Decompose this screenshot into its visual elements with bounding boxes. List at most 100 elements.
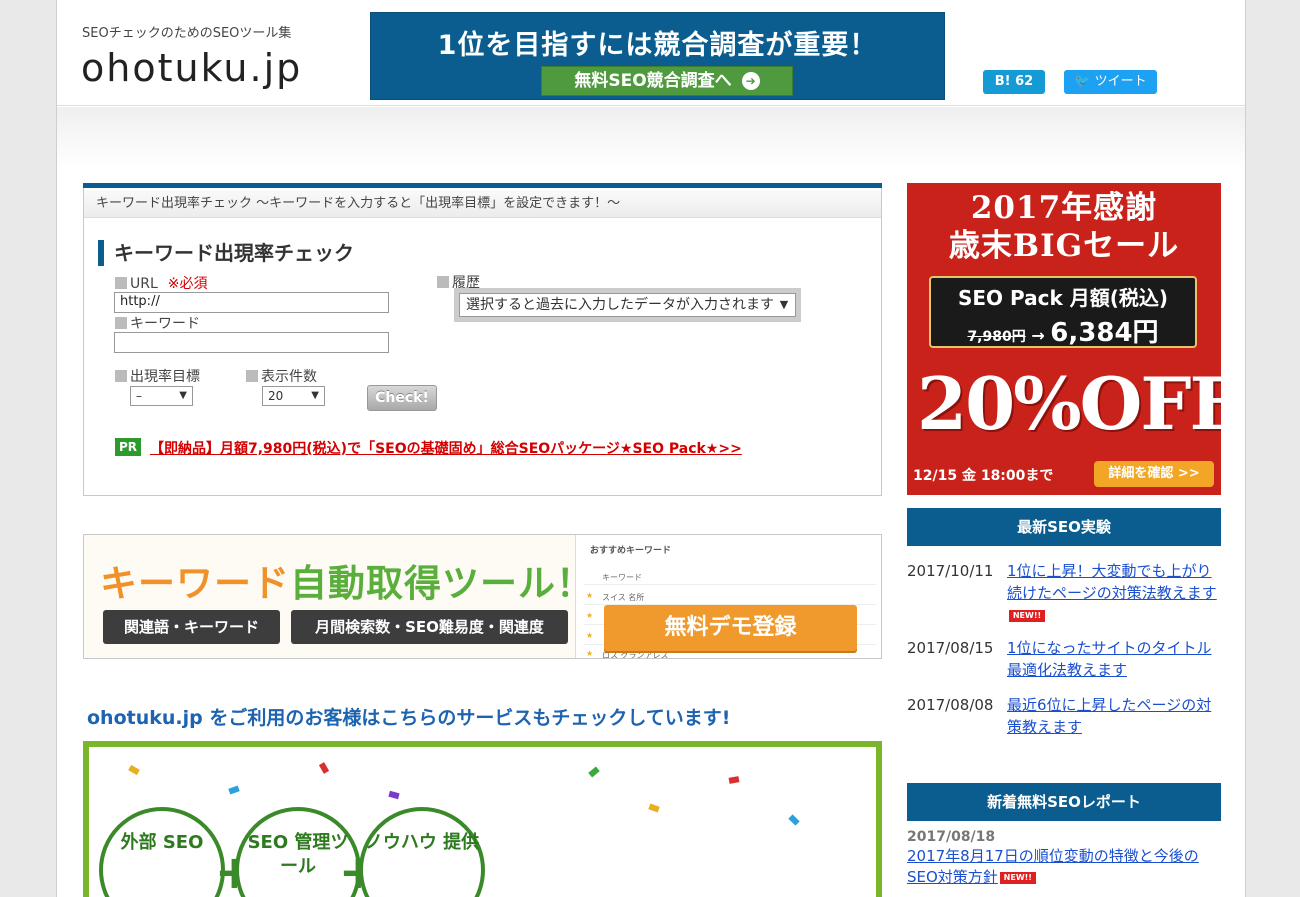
- star-icon: ★: [586, 631, 594, 640]
- confetti: [728, 776, 740, 784]
- seo-pack-price: 7,980円 → 6,384円: [931, 312, 1195, 349]
- price-arrow: →: [1031, 326, 1045, 345]
- star-icon: ★: [586, 649, 594, 658]
- history-select[interactable]: 選択すると過去に入力したデータが入力されます ▼: [459, 293, 796, 317]
- sale-detail-button[interactable]: 詳細を確認 >>: [1094, 461, 1214, 487]
- square-bullet-icon: [115, 277, 127, 289]
- confetti: [128, 764, 140, 776]
- header-gradient-band: [57, 107, 1245, 167]
- history-select-value: 選択すると過去に入力したデータが入力されます: [466, 297, 774, 313]
- panel-top-border: [83, 183, 882, 188]
- site-tagline: SEOチェックのためのSEOツール集: [82, 26, 292, 41]
- offsite-seo-circle: 外部 SEO: [99, 807, 225, 897]
- new-free-seo-report-heading: 新着無料SEOレポート: [907, 783, 1221, 821]
- required-note: ※必須: [167, 276, 208, 292]
- free-seo-research-button[interactable]: 無料SEO競合調査へ ➔: [541, 66, 793, 96]
- preview-header: おすすめキーワード: [590, 546, 672, 556]
- old-price: 7,980円: [967, 329, 1026, 345]
- news-link[interactable]: 1位になったサイトのタイトル最適化法教えます: [1007, 637, 1221, 681]
- url-input[interactable]: http://: [114, 292, 389, 313]
- target-select[interactable]: – ▼: [130, 386, 193, 406]
- news-link[interactable]: 1位に上昇！大変動でも上がり続けたページの対策法教えます NEW!!: [1007, 560, 1221, 626]
- confetti: [788, 814, 800, 826]
- arrow-right-icon: ➔: [741, 72, 760, 90]
- square-bullet-icon: [115, 370, 127, 382]
- chevron-down-icon: ▼: [773, 294, 795, 316]
- preview-row-label: スイス 名所: [602, 593, 645, 602]
- history-select-wrapper: 選択すると過去に入力したデータが入力されます ▼: [454, 288, 801, 322]
- related-words-pill: 関連語・キーワード: [103, 610, 280, 644]
- new-price: 6,384円: [1050, 318, 1159, 348]
- hatena-bookmark-button[interactable]: B! 62: [983, 70, 1045, 94]
- news-date: 2017/08/08: [907, 696, 994, 714]
- tweet-button[interactable]: 🐦 ツイート: [1064, 70, 1157, 94]
- keyword-tool-banner-title: キーワード自動取得ツール！: [100, 553, 594, 607]
- keyword-label: キーワード: [130, 316, 200, 332]
- keyword-tool-banner[interactable]: キーワード自動取得ツール！ 関連語・キーワード 月間検索数・SEO難易度・関連度…: [83, 534, 882, 659]
- page: SEOチェックのためのSEOツール集 ohotuku.jp 1位を目指すには競合…: [56, 0, 1246, 897]
- url-label-row: URL ※必須: [115, 273, 208, 293]
- site-logo[interactable]: ohotuku.jp: [81, 46, 302, 90]
- seo-pack-label: SEO Pack 月額(税込): [957, 286, 1169, 310]
- sale-deadline: 12/15 金 18:00まで: [913, 468, 1054, 484]
- square-bullet-icon: [115, 317, 127, 329]
- pr-badge: PR: [115, 438, 141, 456]
- knowhow-circle: ノウハウ 提供: [359, 807, 485, 897]
- confetti: [318, 762, 330, 774]
- preview-column-row: キーワード: [584, 569, 876, 585]
- url-label: URL: [130, 276, 158, 292]
- tweet-label: ツイート: [1094, 74, 1147, 89]
- free-demo-button[interactable]: 無料デモ登録: [604, 605, 857, 651]
- star-icon: ★: [586, 611, 594, 620]
- twitter-bird-icon: 🐦: [1074, 74, 1091, 89]
- seo-pack-pr-link[interactable]: 【即納品】月額7,980円(税込)で「SEOの基礎固め」総合SEOパッケージ★S…: [150, 438, 742, 458]
- keyword-input[interactable]: [114, 332, 389, 353]
- preview-row-label: ロス グランアレス: [602, 651, 669, 659]
- discount-text: 20%OFF!: [917, 361, 1221, 446]
- site-header: SEOチェックのためのSEOツール集 ohotuku.jp 1位を目指すには競合…: [57, 0, 1245, 106]
- seo-pack-price-box: SEO Pack 月額(税込) 7,980円 → 6,384円: [929, 276, 1197, 348]
- year-end-sale-banner[interactable]: 2017年感謝 歳末BIGセール SEO Pack 月額(税込) 7,980円 →…: [907, 183, 1221, 495]
- services-promo-banner[interactable]: 外部 SEO + SEO 管理ツール + ノウハウ 提供: [83, 741, 882, 897]
- latest-seo-experiments-heading: 最新SEO実験: [907, 508, 1221, 546]
- chevron-down-icon: ▼: [179, 390, 187, 401]
- report-link-text: 2017年8月17日の順位変動の特徴と今後のSEO対策方針: [907, 847, 1199, 886]
- tool-description-bar: キーワード出現率チェック ～キーワードを入力すると「出現率目標」を設定できます！…: [84, 190, 881, 218]
- check-button[interactable]: Check!: [367, 385, 437, 411]
- section-title: キーワード出現率チェック: [98, 240, 354, 266]
- count-select[interactable]: 20 ▼: [262, 386, 325, 406]
- keyword-density-tool-panel: キーワード出現率チェック ～キーワードを入力すると「出現率目標」を設定できます！…: [83, 183, 882, 496]
- news-link[interactable]: 最近6位に上昇したページの対策教えます: [1007, 694, 1221, 738]
- news-link-text: 1位に上昇！大変動でも上がり続けたページの対策法教えます: [1007, 562, 1217, 602]
- target-label: 出現率目標: [130, 369, 200, 385]
- confetti: [228, 785, 240, 795]
- count-label-row: 表示件数: [246, 366, 317, 386]
- preview-row: ★ スイス 名所: [584, 589, 876, 605]
- preview-column-label: キーワード: [602, 573, 642, 582]
- sale-title-line1: 2017年感謝: [970, 190, 1158, 226]
- confetti: [588, 766, 600, 778]
- sale-title: 2017年感謝 歳末BIGセール: [907, 189, 1221, 265]
- count-label: 表示件数: [261, 369, 317, 385]
- new-badge: NEW!!: [1009, 610, 1045, 622]
- square-bullet-icon: [437, 276, 449, 288]
- confetti: [388, 790, 400, 800]
- report-link[interactable]: 2017年8月17日の順位変動の特徴と今後のSEO対策方針 NEW!!: [907, 846, 1221, 888]
- star-icon: ★: [586, 591, 594, 600]
- report-date: 2017/08/18: [907, 829, 996, 845]
- count-select-value: 20: [268, 389, 284, 403]
- news-date: 2017/10/11: [907, 562, 994, 580]
- sale-title-line2: 歳末BIGセール: [948, 228, 1180, 264]
- keyword-label-row: キーワード: [115, 313, 200, 333]
- news-date: 2017/08/15: [907, 639, 994, 657]
- competitor-research-banner[interactable]: 1位を目指すには競合調査が重要！ 無料SEO競合調査へ ➔: [370, 12, 945, 100]
- chevron-down-icon: ▼: [311, 390, 319, 401]
- title-part-green: 自動取得ツール！: [290, 562, 594, 605]
- target-select-value: –: [136, 389, 142, 403]
- search-volume-pill: 月間検索数・SEO難易度・関連度: [291, 610, 568, 644]
- square-bullet-icon: [246, 370, 258, 382]
- banner-button-label: 無料SEO競合調査へ: [574, 71, 732, 91]
- confetti: [648, 803, 660, 813]
- new-badge: NEW!!: [999, 872, 1036, 884]
- title-part-orange: キーワード: [100, 562, 290, 605]
